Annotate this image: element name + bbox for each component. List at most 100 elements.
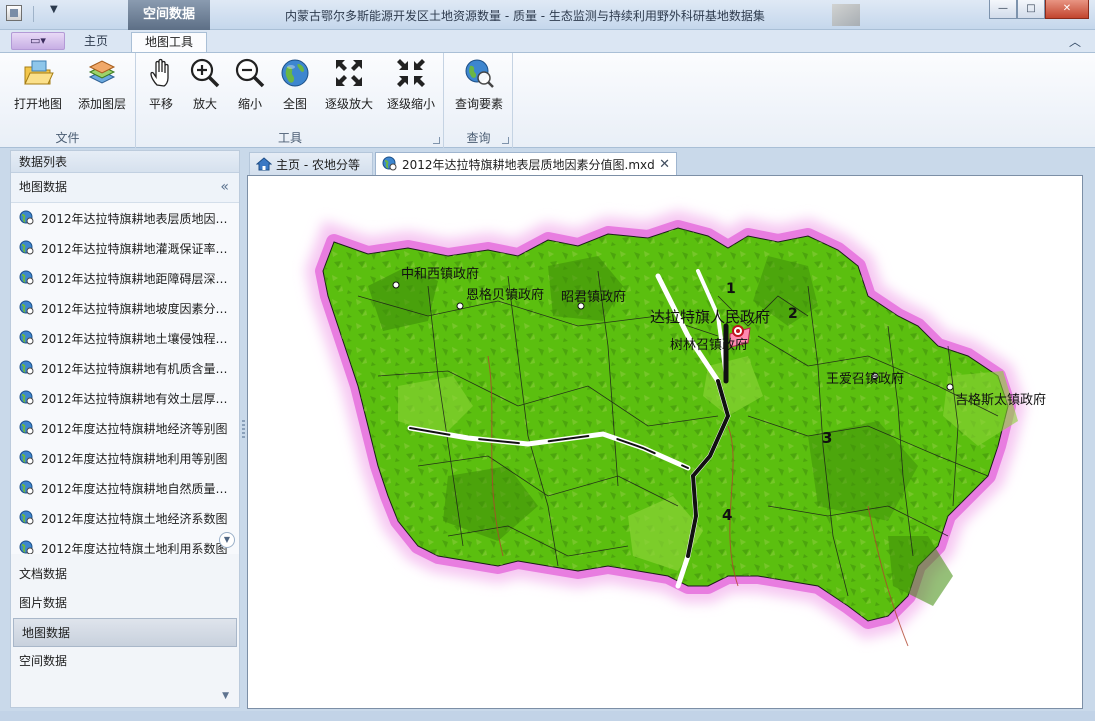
map-list-item[interactable]: 2012年达拉特旗耕地土壤侵蚀程度因素分值图	[11, 323, 239, 353]
ribbon: 打开地图 添加图层 文件 平移 放大 缩小 全图 逐级放大 逐级缩小 工具 查询…	[0, 52, 1095, 148]
full-extent-label: 全图	[282, 97, 307, 111]
globe-search-icon	[465, 59, 494, 88]
zoom-in-button[interactable]: 放大	[185, 57, 225, 113]
group-query: 查询要素 查询	[445, 53, 513, 148]
group-tools: 平移 放大 缩小 全图 逐级放大 逐级缩小 工具	[137, 53, 444, 148]
map-data-list: 2012年达拉特旗耕地表层质地因素分值图 2012年达拉特旗耕地灌溉保证率因素分值…	[11, 203, 239, 554]
map-list-item-label: 2012年达拉特旗耕地土壤侵蚀程度因素分值图	[41, 331, 231, 346]
map-globe-icon	[19, 240, 34, 255]
tab-home-document-label: 主页 - 农地分等	[276, 157, 360, 172]
map-list-item[interactable]: 2012年度达拉特旗土地利用系数图	[11, 533, 239, 554]
map-list-item[interactable]: 2012年达拉特旗耕地表层质地因素分值图	[11, 203, 239, 233]
map-list-item-label: 2012年达拉特旗耕地表层质地因素分值图	[41, 211, 231, 226]
identify-button[interactable]: 查询要素	[449, 57, 509, 113]
group-file: 打开地图 添加图层 文件	[0, 53, 136, 148]
zone-label-2: 2	[788, 306, 798, 322]
qat-separator	[33, 6, 34, 22]
map-data-section-header[interactable]: 地图数据 «	[11, 173, 239, 203]
document-tabs: 主页 - 农地分等 2012年达拉特旗耕地表层质地因素分值图.mxd ✕	[247, 151, 1087, 175]
scroll-down-icon[interactable]: ▼	[219, 532, 235, 548]
label-enge-town: 恩格贝镇政府	[466, 288, 545, 303]
category-spatial[interactable]: 空间数据	[11, 647, 239, 676]
tab-home[interactable]: 主页	[70, 32, 122, 52]
group-query-launcher-icon[interactable]	[502, 137, 509, 144]
map-list-item[interactable]: 2012年达拉特旗耕地有效土层厚度因素分值图	[11, 383, 239, 413]
map-list-item[interactable]: 2012年度达拉特旗耕地经济等别图	[11, 413, 239, 443]
add-layer-button[interactable]: 添加图层	[72, 57, 132, 113]
qat-dropdown-icon[interactable]: ▼	[50, 4, 58, 15]
data-list-header: 数据列表	[11, 151, 239, 173]
map-list-item[interactable]: 2012年度达拉特旗耕地利用等别图	[11, 443, 239, 473]
minimize-button[interactable]: —	[989, 0, 1017, 19]
tab-map-tools[interactable]: 地图工具	[131, 32, 207, 52]
category-maps[interactable]: 地图数据	[13, 618, 237, 647]
map-globe-icon	[19, 420, 34, 435]
pan-label: 平移	[148, 97, 173, 111]
map-globe-icon	[19, 210, 34, 225]
label-wangai-town: 王爱召镇政府	[826, 372, 905, 387]
step-zoom-out-label: 逐级缩小	[386, 97, 435, 111]
map-globe-icon	[19, 330, 34, 345]
zone-label-1: 1	[726, 281, 736, 297]
group-file-label: 文件	[55, 131, 80, 145]
map-list-item[interactable]: 2012年达拉特旗耕地坡度因素分值图	[11, 293, 239, 323]
close-tab-icon[interactable]: ✕	[659, 157, 670, 172]
app-menu-button[interactable]: ▭▾	[11, 32, 65, 50]
panel-options-icon[interactable]: ▼	[222, 691, 229, 701]
zoom-out-label: 缩小	[237, 97, 262, 111]
add-layer-label: 添加图层	[77, 97, 126, 111]
map-globe-icon	[19, 360, 34, 375]
map-list-item-label: 2012年达拉特旗耕地有机质含量因素分值图	[41, 361, 231, 376]
collapse-ribbon-icon[interactable]: ︿	[1069, 33, 1081, 50]
open-map-label: 打开地图	[13, 97, 62, 111]
title-bar: ▼ 空间数据 内蒙古鄂尔多斯能源开发区土地资源数量 - 质量 - 生态监测与持续…	[0, 0, 1095, 30]
window-controls: — □ ✕	[989, 0, 1089, 20]
map-list-item[interactable]: 2012年度达拉特旗土地经济系数图	[11, 503, 239, 533]
step-zoom-out-button[interactable]: 逐级缩小	[383, 57, 439, 113]
tab-map-document[interactable]: 2012年达拉特旗耕地表层质地因素分值图.mxd ✕	[375, 152, 677, 175]
map-list-item[interactable]: 2012年达拉特旗耕地有机质含量因素分值图	[11, 353, 239, 383]
map-globe-icon	[19, 510, 34, 525]
map-canvas[interactable]	[248, 176, 1082, 708]
step-zoom-in-label: 逐级放大	[324, 97, 373, 111]
identify-label: 查询要素	[454, 97, 503, 111]
map-list-item-label: 2012年达拉特旗耕地坡度因素分值图	[41, 301, 231, 316]
step-zoom-in-button[interactable]: 逐级放大	[321, 57, 377, 113]
tab-home-document[interactable]: 主页 - 农地分等	[249, 152, 373, 175]
app-icon[interactable]	[6, 5, 22, 21]
collapse-chevron-icon[interactable]: «	[220, 173, 229, 201]
map-list-item[interactable]: 2012年达拉特旗耕地距障碍层深度因素分值图	[11, 263, 239, 293]
hand-icon	[150, 58, 169, 87]
map-list-item-label: 2012年度达拉特旗耕地利用等别图	[41, 451, 228, 466]
zoom-in-label: 放大	[192, 97, 217, 111]
label-zhonghexi-town: 中和西镇政府	[401, 267, 480, 282]
map-view[interactable]: 中和西镇政府 恩格贝镇政府 昭君镇政府 达拉特旗人民政府 树林召镇政府 王爱召镇…	[247, 175, 1083, 709]
label-jigesi-town: 吉格斯太镇政府	[955, 393, 1047, 408]
category-documents[interactable]: 文档数据	[11, 560, 239, 589]
map-data-section-label: 地图数据	[19, 180, 68, 194]
splitter-grip[interactable]	[242, 420, 245, 440]
category-images[interactable]: 图片数据	[11, 589, 239, 618]
map-list-item-label: 2012年达拉特旗耕地有效土层厚度因素分值图	[41, 391, 231, 406]
collapse-arrows-icon	[397, 59, 425, 87]
window-title: 内蒙古鄂尔多斯能源开发区土地资源数量 - 质量 - 生态监测与持续利用野外科研基…	[285, 9, 765, 23]
context-tab-spatial-data: 空间数据	[128, 0, 210, 30]
label-zhaojun-town: 昭君镇政府	[561, 290, 627, 305]
globe-icon	[281, 59, 309, 87]
open-map-button[interactable]: 打开地图	[8, 57, 68, 113]
ribbon-tab-row: ▭▾ 主页 地图工具 ︿	[0, 30, 1095, 52]
map-list-item-label: 2012年度达拉特旗土地经济系数图	[41, 511, 228, 526]
full-extent-button[interactable]: 全图	[275, 57, 315, 113]
pan-button[interactable]: 平移	[141, 57, 181, 113]
map-list-item[interactable]: 2012年度达拉特旗耕地自然质量等别图	[11, 473, 239, 503]
map-list-item-label: 2012年度达拉特旗土地利用系数图	[41, 541, 228, 555]
maximize-button[interactable]: □	[1017, 0, 1045, 19]
group-tools-launcher-icon[interactable]	[433, 137, 440, 144]
zoom-out-button[interactable]: 缩小	[230, 57, 270, 113]
open-folder-icon	[24, 60, 54, 85]
add-layer-icon	[88, 60, 116, 84]
map-list-item[interactable]: 2012年达拉特旗耕地灌溉保证率因素分值图	[11, 233, 239, 263]
label-banner-government: 达拉特旗人民政府	[650, 308, 771, 326]
close-button[interactable]: ✕	[1045, 0, 1089, 19]
map-list-item-label: 2012年度达拉特旗耕地自然质量等别图	[41, 481, 231, 496]
